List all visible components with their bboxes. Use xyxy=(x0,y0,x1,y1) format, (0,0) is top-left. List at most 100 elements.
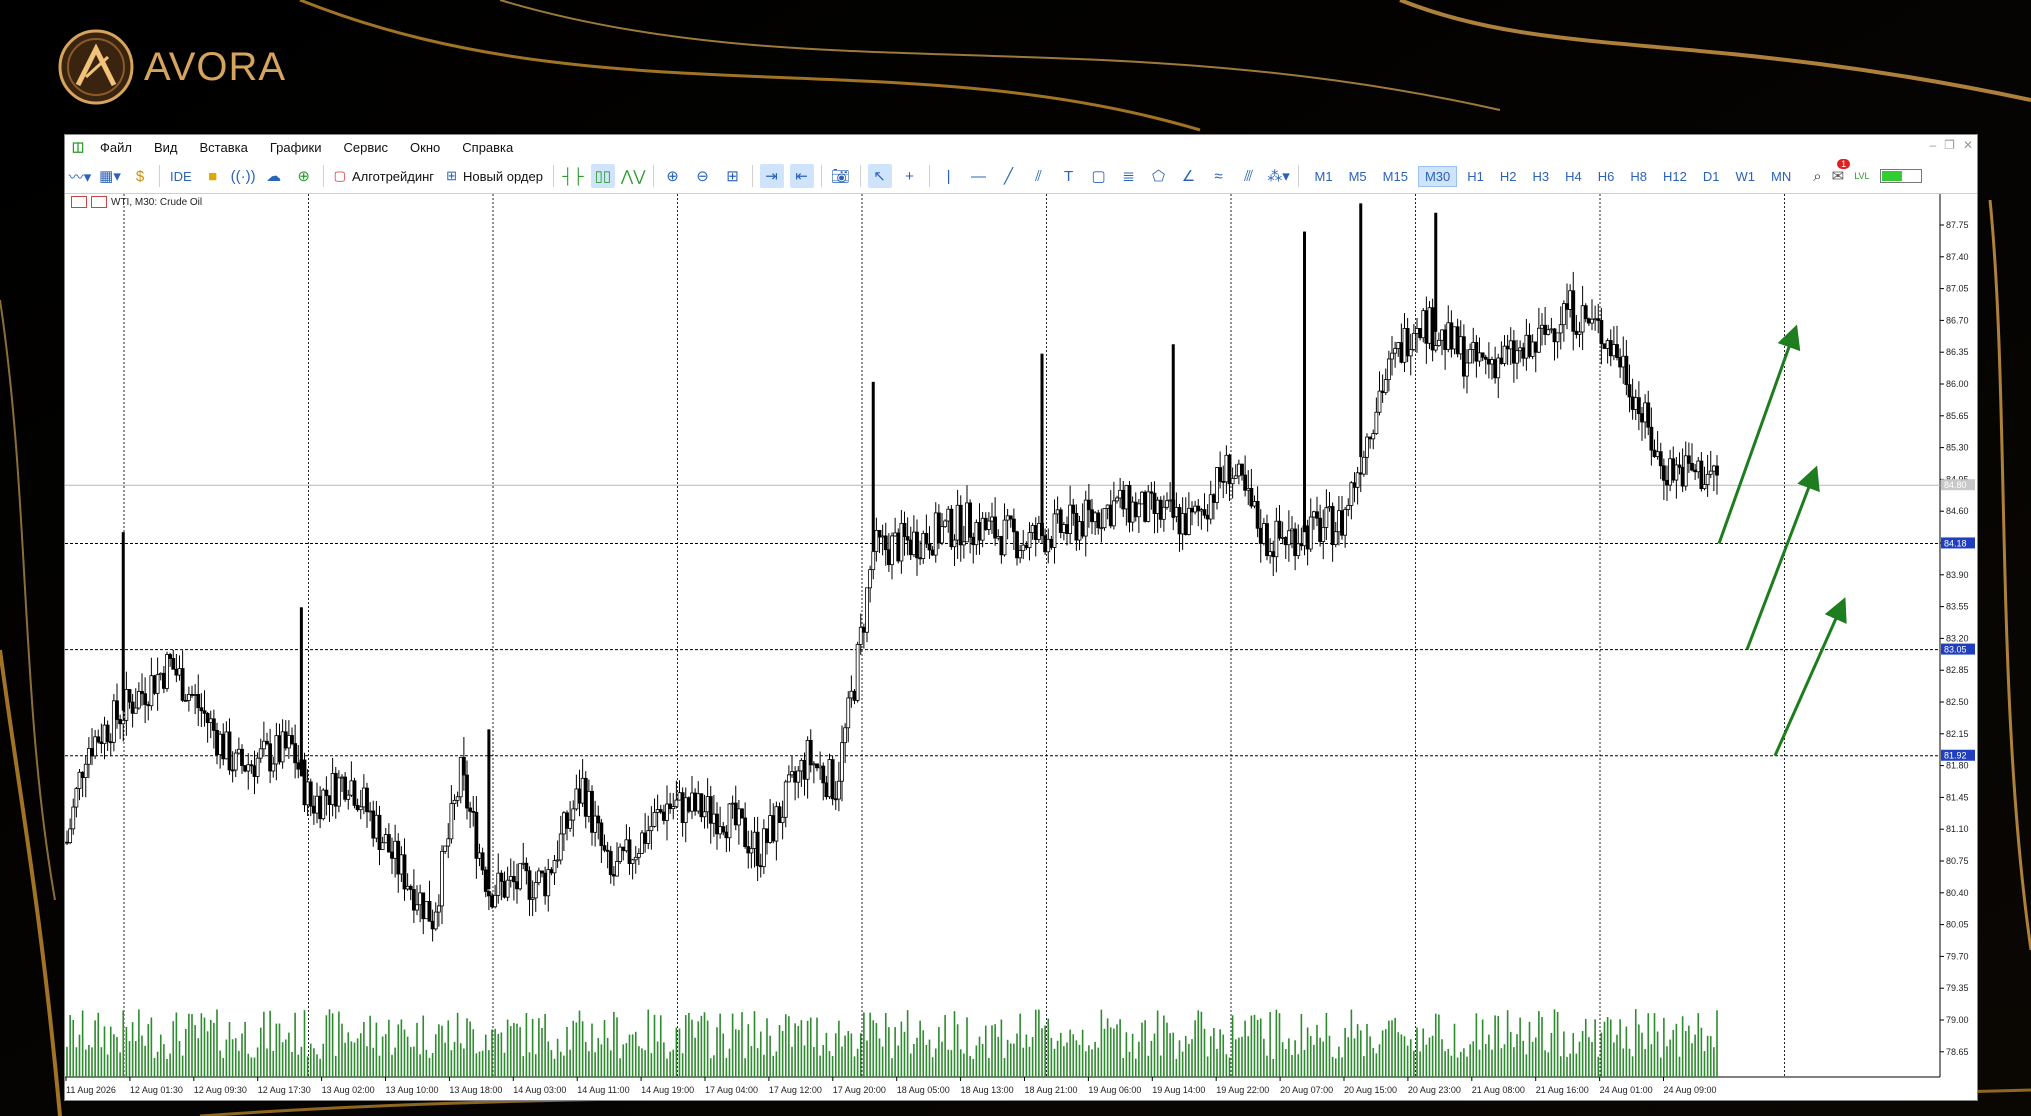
candle-body xyxy=(221,733,226,760)
candle-body xyxy=(524,862,529,872)
close-icon[interactable]: ✕ xyxy=(1963,138,1973,152)
ide-button[interactable]: IDE xyxy=(170,169,192,184)
candle-body xyxy=(174,668,179,676)
menu-view[interactable]: Вид xyxy=(143,140,189,155)
candle-body xyxy=(68,828,73,843)
candle-body xyxy=(1133,501,1138,518)
timeframe-h1[interactable]: H1 xyxy=(1461,167,1490,186)
candle-body xyxy=(443,845,448,852)
candle-body xyxy=(543,872,548,897)
menu-tools[interactable]: Сервис xyxy=(333,140,400,155)
candle-body xyxy=(302,759,307,806)
timeframe-d1[interactable]: D1 xyxy=(1697,167,1726,186)
candle-body xyxy=(396,840,401,875)
channel-icon[interactable]: ⫽ xyxy=(1027,164,1051,188)
timeframe-h4[interactable]: H4 xyxy=(1559,167,1588,186)
zoom-in-icon[interactable]: ⊕ xyxy=(661,164,685,188)
candle-body xyxy=(1383,379,1388,393)
candle-body xyxy=(121,719,126,725)
gann-icon[interactable]: ∠ xyxy=(1177,164,1201,188)
candle-body xyxy=(711,813,716,824)
candle-body xyxy=(143,693,148,705)
elliott-icon[interactable]: ≈ xyxy=(1207,164,1231,188)
candle-body xyxy=(1455,326,1460,355)
candle-body xyxy=(621,846,626,852)
candlestick-icon[interactable]: ▯▯ xyxy=(590,164,615,188)
candle-body xyxy=(1636,397,1641,415)
candle-body xyxy=(1561,303,1566,326)
candle-body xyxy=(74,788,79,808)
chart-area[interactable]: WTI, M30: Crude Oil 87.75 87.40 87.05 86.70… xyxy=(65,194,1977,1100)
candle-body xyxy=(418,892,423,906)
candle-body xyxy=(208,718,213,723)
notifications-icon[interactable]: ✉ 1 xyxy=(1832,159,1851,185)
notification-badge: 1 xyxy=(1837,159,1851,169)
crosshair-icon[interactable]: + xyxy=(898,164,922,188)
screenshot-icon[interactable]: 📷︎ xyxy=(829,164,853,188)
line-chart-icon[interactable]: ⋀⋁ xyxy=(621,164,646,188)
autoscroll-icon[interactable]: ⇥ xyxy=(759,164,784,188)
objects-menu-icon[interactable]: ⁂▾ xyxy=(1267,164,1291,188)
timeframe-m30[interactable]: M30 xyxy=(1417,165,1458,187)
timeframe-h8[interactable]: H8 xyxy=(1624,167,1653,186)
candle-body xyxy=(1340,510,1344,536)
horizontal-line-icon[interactable]: — xyxy=(967,164,991,188)
candle-body xyxy=(1680,466,1685,487)
algotrading-button[interactable]: ▢ Алготрейдинг xyxy=(334,168,434,184)
vps-icon[interactable]: ⊕ xyxy=(292,164,316,188)
chart-shift-icon[interactable]: ⇤ xyxy=(789,164,814,188)
timeframe-m5[interactable]: M5 xyxy=(1343,167,1373,186)
timeframe-h3[interactable]: H3 xyxy=(1527,167,1556,186)
restore-icon[interactable]: ❐ xyxy=(1944,138,1955,152)
zoom-out-icon[interactable]: ⊖ xyxy=(691,164,715,188)
candle-body xyxy=(1349,482,1354,506)
candle-body xyxy=(818,765,823,769)
tile-windows-icon[interactable]: ⊞ xyxy=(721,164,745,188)
candle-body xyxy=(555,859,560,862)
timeframe-h2[interactable]: H2 xyxy=(1494,167,1523,186)
timeframe-h6[interactable]: H6 xyxy=(1592,167,1621,186)
signal-icon[interactable]: ((·)) xyxy=(231,164,256,188)
cursor-icon[interactable]: ↖ xyxy=(867,164,892,188)
candle-body xyxy=(836,780,841,800)
stop-icon: ▢ xyxy=(333,168,346,183)
menu-window[interactable]: Окно xyxy=(399,140,451,155)
app-icon: ◫ xyxy=(71,139,85,154)
price-chart[interactable]: 87.75 87.40 87.05 86.70 86.35 86.00 85.65 85.30… xyxy=(65,194,1977,1100)
cloud-icon[interactable]: ☁ xyxy=(262,164,286,188)
bar-chart-icon[interactable]: ┤├ xyxy=(561,164,585,188)
time-label: 13 Aug 10:00 xyxy=(386,1085,439,1095)
rectangle-icon[interactable]: ▢ xyxy=(1087,164,1111,188)
bag-icon[interactable]: ■ xyxy=(201,164,225,188)
candle-body xyxy=(1433,345,1438,351)
shapes-icon[interactable]: ⬠ xyxy=(1147,164,1171,188)
candle-body xyxy=(1618,357,1623,368)
price-label: 83.90 xyxy=(1946,570,1969,580)
candle-body xyxy=(333,773,338,807)
timeframe-m15[interactable]: M15 xyxy=(1377,167,1414,186)
candle-body xyxy=(474,811,479,859)
minimize-icon[interactable]: – xyxy=(1929,138,1936,152)
search-icon[interactable]: ⌕ xyxy=(1813,168,1821,185)
trendline-icon[interactable]: ╱ xyxy=(997,164,1021,188)
text-icon[interactable]: T xyxy=(1057,164,1081,188)
pitchfork-icon[interactable]: ⫻ xyxy=(1237,164,1261,188)
menu-charts[interactable]: Графики xyxy=(259,140,333,155)
fibonacci-icon[interactable]: ≣ xyxy=(1117,164,1141,188)
line-chart-type-icon[interactable]: 〰▾ xyxy=(68,164,92,188)
market-icon[interactable]: $ xyxy=(128,164,152,188)
timeframe-mn[interactable]: MN xyxy=(1765,167,1797,186)
candle-body xyxy=(1499,357,1504,364)
templates-icon[interactable]: ▦▾ xyxy=(98,164,122,188)
candle-body xyxy=(1318,517,1323,542)
menu-insert[interactable]: Вставка xyxy=(189,140,259,155)
candle-body xyxy=(390,851,394,859)
menu-file[interactable]: Файл xyxy=(89,140,143,155)
timeframe-h12[interactable]: H12 xyxy=(1657,167,1693,186)
vertical-line-icon[interactable]: | xyxy=(937,164,961,188)
price-label: 79.70 xyxy=(1946,951,1969,961)
timeframe-w1[interactable]: W1 xyxy=(1729,167,1761,186)
menu-help[interactable]: Справка xyxy=(451,140,524,155)
new-order-button[interactable]: ⊞ Новый ордер xyxy=(446,168,543,184)
timeframe-m1[interactable]: M1 xyxy=(1309,167,1339,186)
